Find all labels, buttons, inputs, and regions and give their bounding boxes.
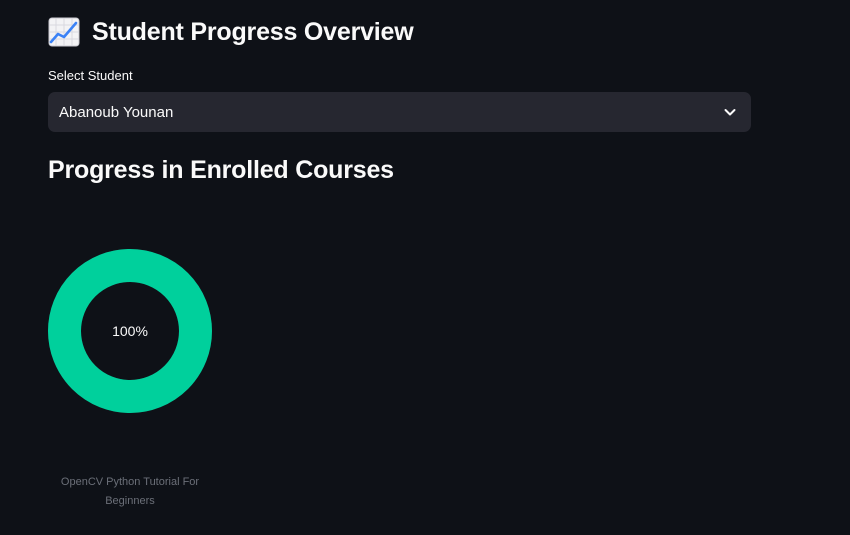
chevron-down-icon (724, 109, 736, 116)
section-title: Progress in Enrolled Courses (48, 156, 394, 184)
header: Student Progress Overview (48, 14, 414, 50)
app-page: Student Progress Overview Select Student… (0, 0, 850, 535)
select-student-label: Select Student (48, 68, 133, 83)
course-progress-donut: 100% (48, 249, 212, 413)
page-title: Student Progress Overview (92, 17, 414, 46)
course-name-caption: OpenCV Python Tutorial For Beginners (60, 476, 200, 507)
student-select[interactable]: Abanoub Younan (48, 92, 751, 132)
progress-percent-label: 100% (112, 323, 148, 339)
chart-increasing-icon (48, 17, 80, 47)
student-select-value: Abanoub Younan (59, 103, 174, 121)
